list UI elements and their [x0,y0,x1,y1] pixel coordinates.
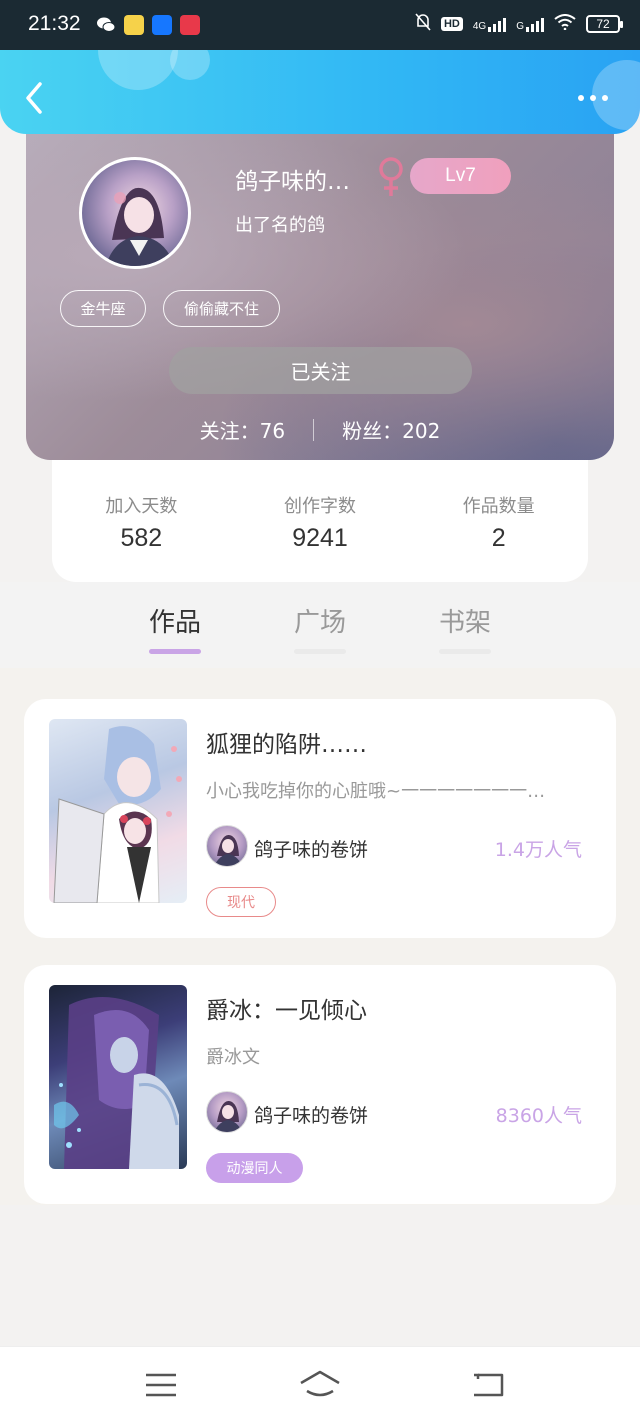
tab-bar: 作品 广场 书架 [0,582,640,668]
decor-bubble [98,50,178,90]
stat-join-days: 加入天数 582 [52,460,231,582]
tab-bookshelf[interactable]: 书架 [437,602,493,654]
menu-icon[interactable] [143,1369,179,1401]
status-time: 21:32 [28,12,81,35]
status-indicators: HD 4G G 72 [415,13,623,34]
profile-avatar[interactable] [79,157,191,269]
profile-tag: 偷偷藏不住 [163,290,280,327]
home-icon[interactable] [298,1369,342,1401]
battery-icon: 72 [586,14,623,33]
stat-label: 作品数量 [462,496,535,517]
notification-icons [96,15,200,35]
tab-square[interactable]: 广场 [292,602,348,654]
back-nav-icon[interactable] [470,1369,506,1401]
decor-bubble [170,50,210,80]
profile-bio: 出了名的鸽 [235,215,325,236]
wifi-icon [554,14,576,33]
popularity-count: 8360人气 [495,1105,582,1127]
profile-nickname: 鸽子味的… [235,169,350,195]
stat-work-count: 作品数量 2 [409,460,588,582]
stat-value: 582 [120,524,163,552]
work-card[interactable]: 爵冰：一见倾心 爵冰文 鸽子味的卷饼 8360人气 动漫同人 [24,965,616,1204]
author-avatar[interactable] [206,1091,248,1133]
tab-active-indicator [149,649,201,654]
work-cover-image[interactable] [49,985,187,1169]
alipay-icon [152,15,172,35]
follow-button[interactable]: 已关注 [169,347,472,394]
app-yellow-icon [124,15,144,35]
more-dots-icon[interactable] [578,90,614,106]
work-cover-image[interactable] [49,719,187,903]
tab-indicator [294,649,346,654]
stats-card: 加入天数 582 创作字数 9241 作品数量 2 [52,460,588,582]
work-card[interactable]: 狐狸的陷阱…… 小心我吃掉你的心脏哦~一一一一一一一… 鸽子味的卷饼 1.4万人… [24,699,616,938]
work-title: 爵冰：一见倾心 [206,998,367,1024]
tab-works[interactable]: 作品 [147,602,203,654]
stat-label: 加入天数 [105,496,178,517]
system-nav-bar [0,1346,640,1422]
tab-label: 书架 [438,608,491,638]
stat-label: 创作字数 [284,496,356,517]
top-header [0,50,640,134]
female-icon [376,156,406,198]
tab-label: 作品 [148,608,201,638]
tab-label: 广场 [293,608,346,638]
profile-tag: 金牛座 [60,290,146,327]
level-badge: Lv7 [410,158,511,194]
genre-tag[interactable]: 现代 [206,887,276,917]
tab-indicator [439,649,491,654]
mute-alarm-icon [415,13,431,34]
follow-stats: 关注：76 粉丝：202 [26,415,614,444]
app-red-icon [180,15,200,35]
genre-tag[interactable]: 动漫同人 [206,1153,303,1183]
works-list: 狐狸的陷阱…… 小心我吃掉你的心脏哦~一一一一一一一… 鸽子味的卷饼 1.4万人… [0,668,640,1205]
signal-g-icon: G [516,16,544,32]
author-avatar[interactable] [206,825,248,867]
hd-icon: HD [440,16,463,31]
followers-count[interactable]: 粉丝：202 [342,415,440,444]
status-bar: 21:32 HD 4G G 72 [0,0,640,50]
work-description: 爵冰文 [206,1047,260,1068]
popularity-count: 1.4万人气 [494,839,582,861]
stats-divider [313,418,315,441]
signal-4g-icon: 4G [473,16,507,32]
chevron-left-icon[interactable] [20,80,50,116]
author-name: 鸽子味的卷饼 [254,1105,369,1127]
stat-value: 2 [491,524,506,552]
stat-value: 9241 [292,524,348,552]
work-title: 狐狸的陷阱…… [206,732,367,758]
author-name: 鸽子味的卷饼 [254,839,369,861]
profile-card: 鸽子味的… Lv7 出了名的鸽 金牛座 偷偷藏不住 已关注 关注：76 粉丝：2… [26,120,614,460]
following-count[interactable]: 关注：76 [200,415,285,444]
stat-word-count: 创作字数 9241 [231,460,410,582]
wechat-icon [96,15,116,35]
work-description: 小心我吃掉你的心脏哦~一一一一一一一… [206,781,546,802]
